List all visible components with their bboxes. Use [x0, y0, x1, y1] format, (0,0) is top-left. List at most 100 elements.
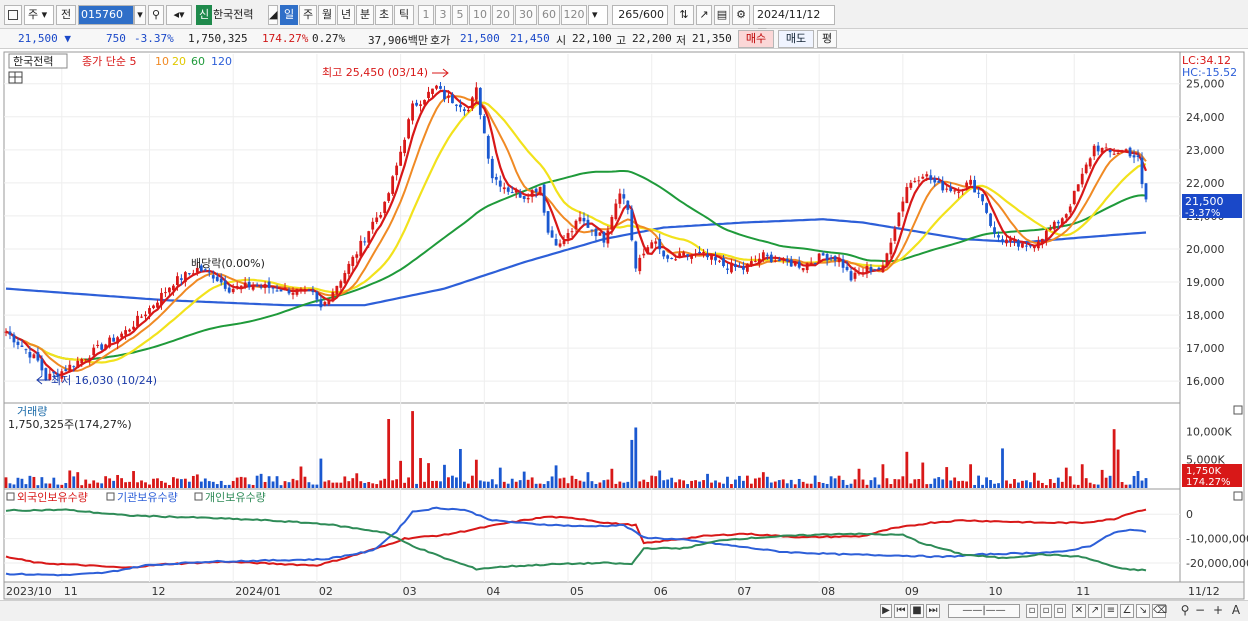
search-icon[interactable]: ⚲	[148, 5, 164, 25]
layout-icon[interactable]	[4, 5, 22, 25]
interval-10[interactable]: 10	[469, 5, 491, 25]
candle	[68, 364, 72, 372]
candle	[455, 104, 458, 106]
volume-bar	[367, 481, 371, 488]
volume-bar	[518, 480, 522, 488]
x-tick-label: 08	[821, 585, 835, 598]
volume-bar	[207, 481, 211, 488]
stock-name: 한국전력	[213, 8, 254, 21]
volume-bar	[789, 479, 793, 488]
zoom-slider[interactable]: ——|——	[948, 604, 1020, 618]
crosshair-icon[interactable]: ✕	[1072, 604, 1086, 618]
volume-bar	[726, 476, 729, 488]
volume-bar	[781, 479, 785, 488]
zoom-out-button[interactable]: −	[1194, 604, 1206, 618]
angle-icon[interactable]: ∠	[1120, 604, 1134, 618]
magnify-icon[interactable]: ⚲	[1178, 604, 1192, 618]
text-tool-button[interactable]: A	[1229, 604, 1243, 618]
candle	[1048, 228, 1052, 231]
candle	[76, 360, 80, 369]
ma-legend-5: 5	[129, 55, 136, 68]
indicator-icon[interactable]: ⇅	[674, 5, 694, 25]
volume-bar	[227, 484, 231, 488]
interval-dropdown[interactable]: ▾	[588, 5, 608, 25]
candle	[1120, 150, 1124, 153]
interval-1[interactable]: 1	[418, 5, 434, 25]
erase-icon[interactable]: ⌫	[1152, 604, 1167, 618]
candle	[247, 281, 251, 288]
period-tick[interactable]: 틱	[394, 5, 414, 25]
stop-button[interactable]: ■	[910, 604, 924, 618]
scroll-right-button[interactable]: ▶	[880, 604, 892, 618]
draw-icon[interactable]: ↗	[696, 5, 712, 25]
sell-button[interactable]: 매도	[778, 30, 814, 48]
save-icon[interactable]: ▤	[714, 5, 730, 25]
volume-bar	[191, 475, 195, 488]
candle	[20, 345, 24, 347]
candle	[893, 228, 897, 241]
candle	[598, 232, 602, 236]
name-dropdown-icon[interactable]: ◢	[268, 5, 278, 25]
period-day[interactable]: 일	[280, 5, 298, 25]
view-icon-2[interactable]: ▫	[1040, 604, 1052, 618]
volume-bar	[849, 483, 853, 488]
fib-icon[interactable]: ≡	[1104, 604, 1118, 618]
holdings-close-icon[interactable]	[1233, 491, 1243, 501]
first-button[interactable]: ⏮	[894, 604, 908, 618]
view-icon-3[interactable]: ▫	[1054, 604, 1066, 618]
interval-5[interactable]: 5	[452, 5, 468, 25]
period-select[interactable]: 주 ▾	[24, 5, 54, 25]
volume-bar	[164, 482, 167, 488]
candle	[411, 103, 414, 121]
period-minute[interactable]: 분	[356, 5, 374, 25]
trend-icon[interactable]: ↗	[1088, 604, 1102, 618]
volume-bar	[546, 481, 550, 488]
stock-code-input[interactable]: 015760	[78, 5, 134, 25]
interval-30[interactable]: 30	[515, 5, 537, 25]
candle	[925, 174, 929, 177]
stock-chart[interactable]: 16,00017,00018,00019,00020,00021,00022,0…	[0, 50, 1248, 600]
interval-20[interactable]: 20	[492, 5, 514, 25]
candle	[773, 260, 777, 262]
candle	[706, 254, 709, 258]
period-year[interactable]: 년	[337, 5, 355, 25]
candle	[761, 252, 765, 259]
view-icon-1[interactable]: ▫	[1026, 604, 1038, 618]
date-field[interactable]: 2024/11/12 ▦	[753, 5, 835, 39]
buy-button[interactable]: 매수	[738, 30, 774, 48]
count-field[interactable]: 265/600	[612, 5, 668, 25]
price-panel	[3, 51, 1181, 404]
candle	[494, 176, 498, 180]
period-week[interactable]: 주	[299, 5, 317, 25]
volume-bar	[1009, 483, 1012, 488]
volume-close-icon[interactable]	[1233, 405, 1243, 415]
candle	[853, 272, 857, 279]
zoom-in-button[interactable]: +	[1212, 604, 1224, 618]
period-month[interactable]: 월	[318, 5, 336, 25]
sound-icon[interactable]: ◂▾	[166, 5, 192, 25]
gear-icon[interactable]: ⚙	[732, 5, 750, 25]
volume-bar	[100, 483, 104, 488]
candle	[957, 191, 961, 193]
interval-60[interactable]: 60	[538, 5, 560, 25]
prev-button[interactable]: 전	[56, 5, 76, 25]
interval-3[interactable]: 3	[435, 5, 451, 25]
low-annotation: 최저 16,030 (10/24)	[51, 374, 157, 387]
candle	[124, 330, 127, 335]
volume-bar	[419, 458, 422, 488]
volume-bar	[1032, 472, 1036, 488]
volume-bar	[76, 472, 80, 488]
last-button[interactable]: ⏭	[926, 604, 940, 618]
volume-bar	[809, 483, 813, 488]
volume-bar	[985, 477, 988, 488]
interval-120[interactable]: 120	[561, 5, 587, 25]
indiv-legend-box	[194, 492, 203, 501]
code-dropdown-icon[interactable]: ▾	[134, 5, 146, 25]
candle	[933, 178, 937, 183]
volume-bar	[610, 468, 614, 488]
period-second[interactable]: 초	[375, 5, 393, 25]
line-tool-icon[interactable]: ↘	[1136, 604, 1150, 618]
eval-button[interactable]: 평	[817, 30, 837, 48]
price-tick-label: 25,000	[1186, 78, 1225, 91]
volume-bar	[777, 480, 781, 488]
